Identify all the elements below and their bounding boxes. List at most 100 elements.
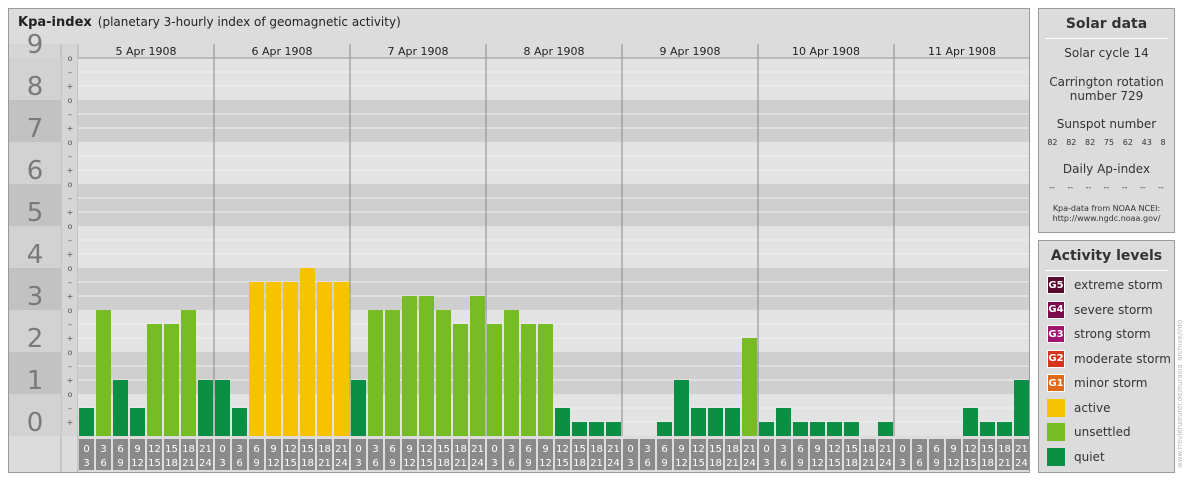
interval-start-label: 15 <box>709 444 722 455</box>
day-label: 6 Apr 1908 <box>251 45 312 58</box>
interval-start-label: 15 <box>573 444 586 455</box>
interval-end-label: 9 <box>389 458 395 469</box>
kp-bar <box>334 281 349 436</box>
kp-bar <box>980 422 995 436</box>
interval-start-label: 21 <box>607 444 620 455</box>
kp-bar <box>249 281 264 436</box>
interval-start-label: 9 <box>542 444 548 455</box>
interval-end-label: 24 <box>879 458 892 469</box>
sub-tick-label: o <box>68 138 73 147</box>
interval-start-label: 18 <box>318 444 331 455</box>
legend-swatch: G4 <box>1047 300 1065 319</box>
sunspot-value: 82 <box>1047 138 1058 147</box>
solar-title-divider <box>1045 38 1168 39</box>
sunspot-label: Sunspot number <box>1056 117 1157 131</box>
legend-item: G1 minor storm <box>1047 374 1147 392</box>
kp-bar <box>810 422 825 436</box>
kp-bar <box>436 310 451 436</box>
legend-label: moderate storm <box>1074 351 1171 366</box>
ap-value: -- <box>1139 183 1146 192</box>
kp-bar <box>827 422 842 436</box>
interval-end-label: 21 <box>862 458 875 469</box>
day-label: 10 Apr 1908 <box>792 45 860 58</box>
sub-tick-label: o <box>68 264 73 273</box>
interval-end-label: 3 <box>355 458 361 469</box>
kp-bar <box>691 407 706 436</box>
interval-start-label: 0 <box>763 444 769 455</box>
interval-start-label: 12 <box>692 444 705 455</box>
sub-tick-label: + <box>67 208 74 217</box>
activity-levels-panel: Activity levels G5 extreme storm G4 severe … <box>1038 240 1175 473</box>
sunspot-value: 43 <box>1141 138 1152 147</box>
kp-bar <box>674 380 689 436</box>
y-tick-label: 8 <box>27 72 44 102</box>
ap-value: -- <box>1067 183 1074 192</box>
interval-start-label: 0 <box>219 444 225 455</box>
kp-bar <box>181 310 196 436</box>
kpa-chart-panel: Kpa-index (planetary 3-hourly index of ge… <box>8 8 1030 473</box>
kp-bar <box>283 281 298 436</box>
interval-start-label: 9 <box>134 444 140 455</box>
grid-band <box>78 184 1029 226</box>
kp-bar <box>147 323 162 436</box>
kp-bar <box>742 338 757 436</box>
interval-start-label: 12 <box>284 444 297 455</box>
interval-end-label: 21 <box>454 458 467 469</box>
day-label: 7 Apr 1908 <box>387 45 448 58</box>
interval-start-label: 0 <box>355 444 361 455</box>
day-label: 11 Apr 1908 <box>928 45 996 58</box>
carrington-rotation-line2: number 729 <box>1069 89 1144 103</box>
grid-band <box>78 310 1029 352</box>
kp-bar <box>419 296 434 436</box>
sub-tick-label: + <box>67 250 74 259</box>
sunspot-value: 62 <box>1122 138 1133 147</box>
legend-swatch <box>1047 398 1065 417</box>
legend-item: active <box>1047 398 1110 417</box>
y-tick-label: 2 <box>27 324 44 354</box>
interval-start-label: 3 <box>780 444 786 455</box>
kp-bar <box>113 380 128 436</box>
sub-tick-label: o <box>68 222 73 231</box>
interval-end-label: 18 <box>845 458 858 469</box>
sunspot-value: 82 <box>1066 138 1077 147</box>
y-tick-label: 5 <box>27 198 44 228</box>
interval-start-label: 15 <box>437 444 450 455</box>
interval-start-label: 3 <box>644 444 650 455</box>
interval-start-label: 9 <box>950 444 956 455</box>
interval-start-label: 15 <box>301 444 314 455</box>
y-tick-label: 9 <box>27 30 44 60</box>
interval-end-label: 18 <box>437 458 450 469</box>
kp-bar <box>725 407 740 436</box>
interval-end-label: 9 <box>117 458 123 469</box>
interval-end-label: 18 <box>301 458 314 469</box>
interval-start-label: 15 <box>981 444 994 455</box>
sub-tick-label: – <box>68 194 72 203</box>
legend-swatch <box>1047 423 1065 441</box>
interval-start-label: 21 <box>1015 444 1028 455</box>
ap-value: -- <box>1103 183 1110 192</box>
interval-end-label: 12 <box>539 458 552 469</box>
levels-title-divider <box>1045 270 1168 271</box>
legend-label: strong storm <box>1074 327 1151 341</box>
interval-start-label: 21 <box>743 444 756 455</box>
legend-label: severe storm <box>1074 302 1153 317</box>
sub-tick-label: – <box>68 236 72 245</box>
legend-swatch: G3 <box>1047 325 1065 343</box>
grid-band <box>78 100 1029 142</box>
solar-data-panel: Solar data Solar cycle 14 Carrington rot… <box>1038 8 1175 233</box>
legend-swatch <box>1047 447 1065 466</box>
sub-tick-label: – <box>68 320 72 329</box>
y-tick-label: 0 <box>27 408 44 438</box>
interval-start-label: 0 <box>899 444 905 455</box>
interval-start-label: 3 <box>236 444 242 455</box>
sunspot-row: 82 82 82 75 62 43 8 <box>1039 138 1174 147</box>
grid-band <box>78 142 1029 184</box>
interval-end-label: 3 <box>83 458 89 469</box>
sub-tick-label: – <box>68 152 72 161</box>
interval-end-label: 9 <box>661 458 667 469</box>
interval-start-label: 6 <box>797 444 803 455</box>
interval-end-label: 12 <box>811 458 824 469</box>
kp-bar <box>878 422 893 436</box>
solar-data-title: Solar data <box>1065 16 1148 32</box>
interval-end-label: 18 <box>165 458 178 469</box>
